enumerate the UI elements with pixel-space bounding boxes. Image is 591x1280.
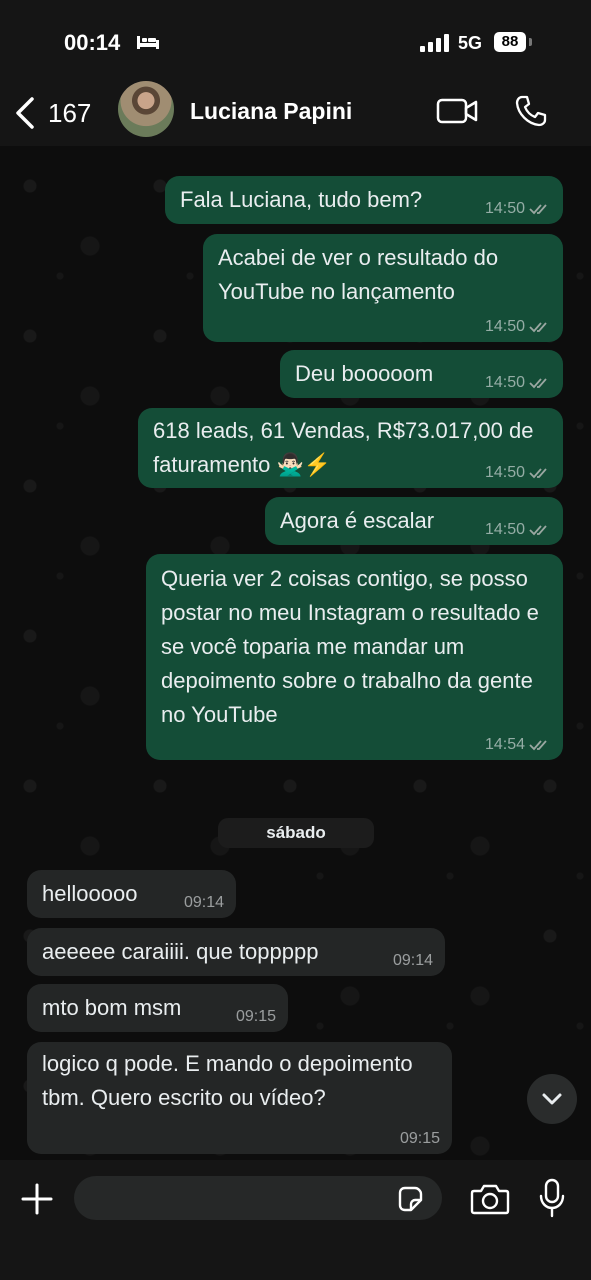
cellular-signal-icon bbox=[420, 34, 449, 52]
message-text: logico q pode. E mando o depoimento tbm.… bbox=[42, 1051, 413, 1110]
battery-level: 88 bbox=[494, 32, 526, 52]
message-bubble-outgoing[interactable]: Deu booooom 14:50 bbox=[280, 350, 563, 398]
avatar[interactable] bbox=[118, 81, 174, 137]
chat-area[interactable]: Fala Luciana, tudo bem? 14:50 Acabei de … bbox=[0, 146, 591, 1160]
microphone-icon[interactable] bbox=[538, 1178, 566, 1218]
phone-call-icon[interactable] bbox=[514, 94, 548, 128]
message-text: Deu booooom bbox=[295, 361, 434, 386]
message-meta: 09:15 bbox=[236, 1008, 276, 1026]
read-ticks-icon bbox=[529, 468, 547, 479]
message-bubble-outgoing[interactable]: Acabei de ver o resultado do YouTube no … bbox=[203, 234, 563, 342]
message-bubble-outgoing[interactable]: Fala Luciana, tudo bem? 14:50 bbox=[165, 176, 563, 224]
sticker-icon[interactable] bbox=[396, 1185, 424, 1213]
status-bar: 00:14 5G 88 bbox=[0, 0, 591, 88]
message-text: Acabei de ver o resultado do YouTube no … bbox=[218, 245, 499, 304]
message-input[interactable] bbox=[74, 1176, 442, 1220]
message-time: 09:14 bbox=[392, 952, 433, 969]
video-call-icon[interactable] bbox=[436, 96, 478, 126]
message-time: 14:50 bbox=[484, 521, 525, 538]
message-time: 14:50 bbox=[484, 464, 525, 481]
message-bubble-incoming[interactable]: hellooooo 09:14 bbox=[27, 870, 236, 918]
message-text: Queria ver 2 coisas contigo, se posso po… bbox=[161, 566, 539, 727]
read-ticks-icon bbox=[529, 322, 547, 333]
network-type: 5G bbox=[458, 33, 483, 53]
read-ticks-icon bbox=[529, 204, 547, 215]
sleep-focus-icon bbox=[137, 36, 159, 49]
contact-name[interactable]: Luciana Papini bbox=[190, 98, 352, 125]
message-text: mto bom msm bbox=[42, 995, 182, 1020]
message-meta: 14:50 bbox=[485, 200, 551, 218]
message-bubble-incoming[interactable]: mto bom msm 09:15 bbox=[27, 984, 288, 1032]
composer-bar bbox=[0, 1160, 591, 1280]
message-meta: 14:54 bbox=[485, 736, 551, 754]
day-separator: sábado bbox=[218, 818, 374, 848]
read-ticks-icon bbox=[529, 378, 547, 389]
chat-header: 167 Luciana Papini bbox=[0, 81, 591, 146]
message-time: 14:54 bbox=[484, 736, 525, 753]
message-time: 09:14 bbox=[183, 894, 224, 911]
plus-icon[interactable] bbox=[20, 1182, 54, 1216]
message-meta: 09:14 bbox=[184, 894, 224, 912]
scroll-to-bottom-button[interactable] bbox=[527, 1074, 577, 1124]
message-text: hellooooo bbox=[42, 881, 138, 906]
message-meta: 14:50 bbox=[485, 464, 551, 482]
message-meta: 09:15 bbox=[400, 1130, 440, 1148]
message-meta: 09:14 bbox=[393, 952, 433, 970]
message-time: 14:50 bbox=[484, 374, 525, 391]
message-text: Agora é escalar bbox=[280, 508, 435, 533]
message-time: 09:15 bbox=[399, 1130, 440, 1147]
camera-icon[interactable] bbox=[470, 1182, 510, 1216]
message-bubble-incoming[interactable]: aeeeee caraiiii. que toppppp 09:14 bbox=[27, 928, 445, 976]
message-time: 14:50 bbox=[484, 318, 525, 335]
message-time: 14:50 bbox=[484, 200, 525, 217]
chevron-down-icon bbox=[542, 1093, 562, 1105]
message-time: 09:15 bbox=[235, 1008, 276, 1025]
back-chevron-icon[interactable] bbox=[14, 96, 36, 130]
unread-count[interactable]: 167 bbox=[48, 98, 91, 129]
message-bubble-incoming[interactable]: logico q pode. E mando o depoimento tbm.… bbox=[27, 1042, 452, 1154]
message-text: Fala Luciana, tudo bem? bbox=[180, 187, 423, 212]
message-bubble-outgoing[interactable]: 618 leads, 61 Vendas, R$73.017,00 de fat… bbox=[138, 408, 563, 488]
read-ticks-icon bbox=[529, 525, 547, 536]
read-ticks-icon bbox=[529, 740, 547, 751]
status-time: 00:14 bbox=[64, 30, 121, 55]
message-bubble-outgoing[interactable]: Agora é escalar 14:50 bbox=[265, 497, 563, 545]
battery-icon bbox=[529, 38, 532, 46]
message-text: aeeeee caraiiii. que toppppp bbox=[42, 939, 319, 964]
message-meta: 14:50 bbox=[485, 521, 551, 539]
message-bubble-outgoing[interactable]: Queria ver 2 coisas contigo, se posso po… bbox=[146, 554, 563, 760]
message-meta: 14:50 bbox=[485, 318, 551, 336]
message-meta: 14:50 bbox=[485, 374, 551, 392]
